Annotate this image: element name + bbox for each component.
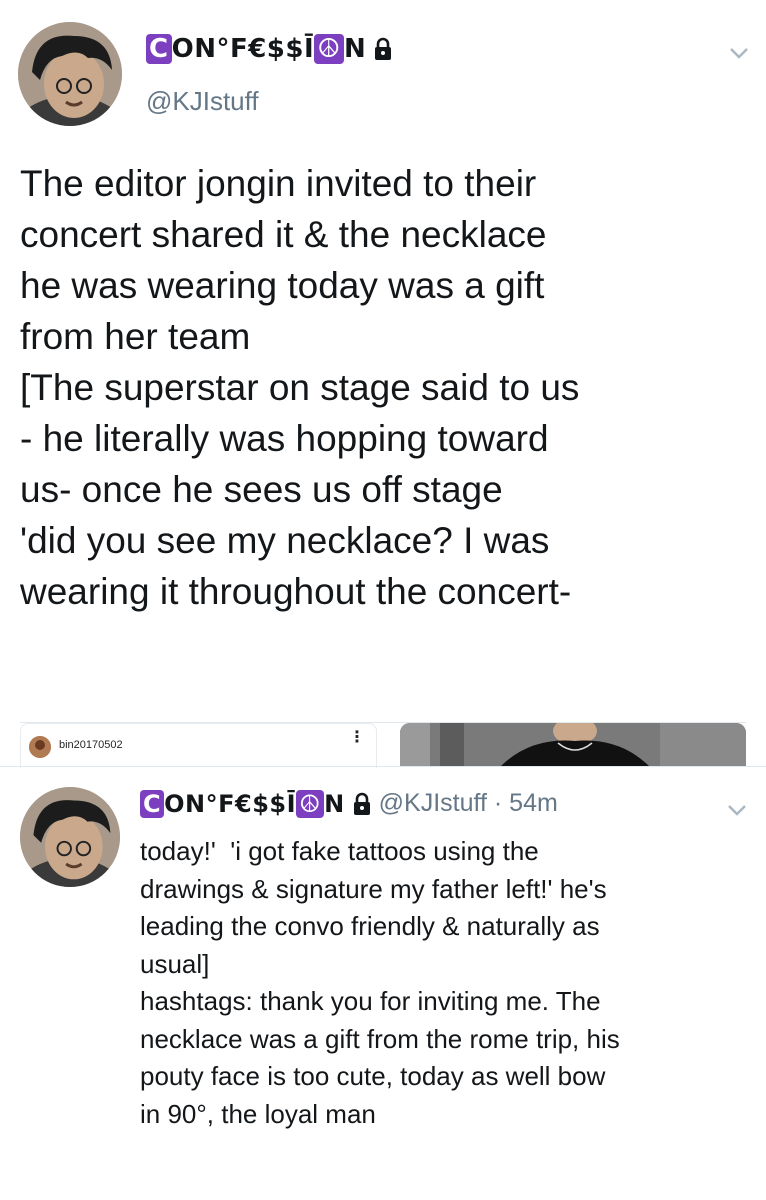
tweet-1: C ON°F€$$Ī ☮ N @KJIstuff The editor jongin …	[0, 0, 766, 728]
embed-header: bin20170502 ⋮	[20, 723, 377, 768]
name-glyph-box: C	[140, 789, 165, 818]
tweet-body: today!' 'i got fake tattoos using the dr…	[140, 836, 620, 1129]
name-glyph-box: C	[146, 34, 172, 64]
name-last: N	[343, 34, 367, 64]
avatar-image	[18, 22, 122, 126]
name-middle: ON°F€$$Ī	[164, 789, 297, 818]
chevron-down-icon[interactable]	[728, 46, 750, 60]
avatar-image	[20, 787, 120, 887]
display-name[interactable]: C ON°F€$$Ī ☮ N	[140, 789, 345, 818]
author-name-row[interactable]: C ON°F€$$Ī ☮ N	[146, 34, 394, 64]
lock-icon	[353, 792, 370, 815]
name-middle: ON°F€$$Ī	[171, 34, 315, 64]
avatar[interactable]	[20, 787, 120, 887]
more-vertical-icon[interactable]: ⋮	[349, 730, 365, 746]
lock-icon	[375, 37, 392, 60]
name-last: N	[324, 789, 345, 818]
tweet-2: C ON°F€$$Ī ☮ N @KJIstuff · 54m today!' 'i g…	[0, 767, 766, 1200]
chevron-down-icon[interactable]	[726, 803, 748, 817]
embedded-card[interactable]: bin20170502 ⋮	[20, 722, 746, 768]
avatar[interactable]	[18, 22, 122, 126]
embed-avatar[interactable]	[29, 736, 51, 758]
display-name[interactable]: C ON°F€$$Ī ☮ N	[146, 34, 366, 64]
embed-photo[interactable]	[400, 723, 746, 767]
embed-username[interactable]: bin20170502	[59, 739, 123, 751]
tweet-body: The editor jongin invited to their conce…	[20, 163, 580, 612]
peace-emoji-icon: ☮	[296, 789, 325, 818]
peace-emoji-icon: ☮	[314, 34, 344, 64]
handle[interactable]: @KJIstuff	[146, 86, 259, 117]
handle-and-time[interactable]: @KJIstuff · 54m	[379, 789, 558, 818]
author-name-row[interactable]: C ON°F€$$Ī ☮ N @KJIstuff · 54m	[140, 789, 558, 818]
